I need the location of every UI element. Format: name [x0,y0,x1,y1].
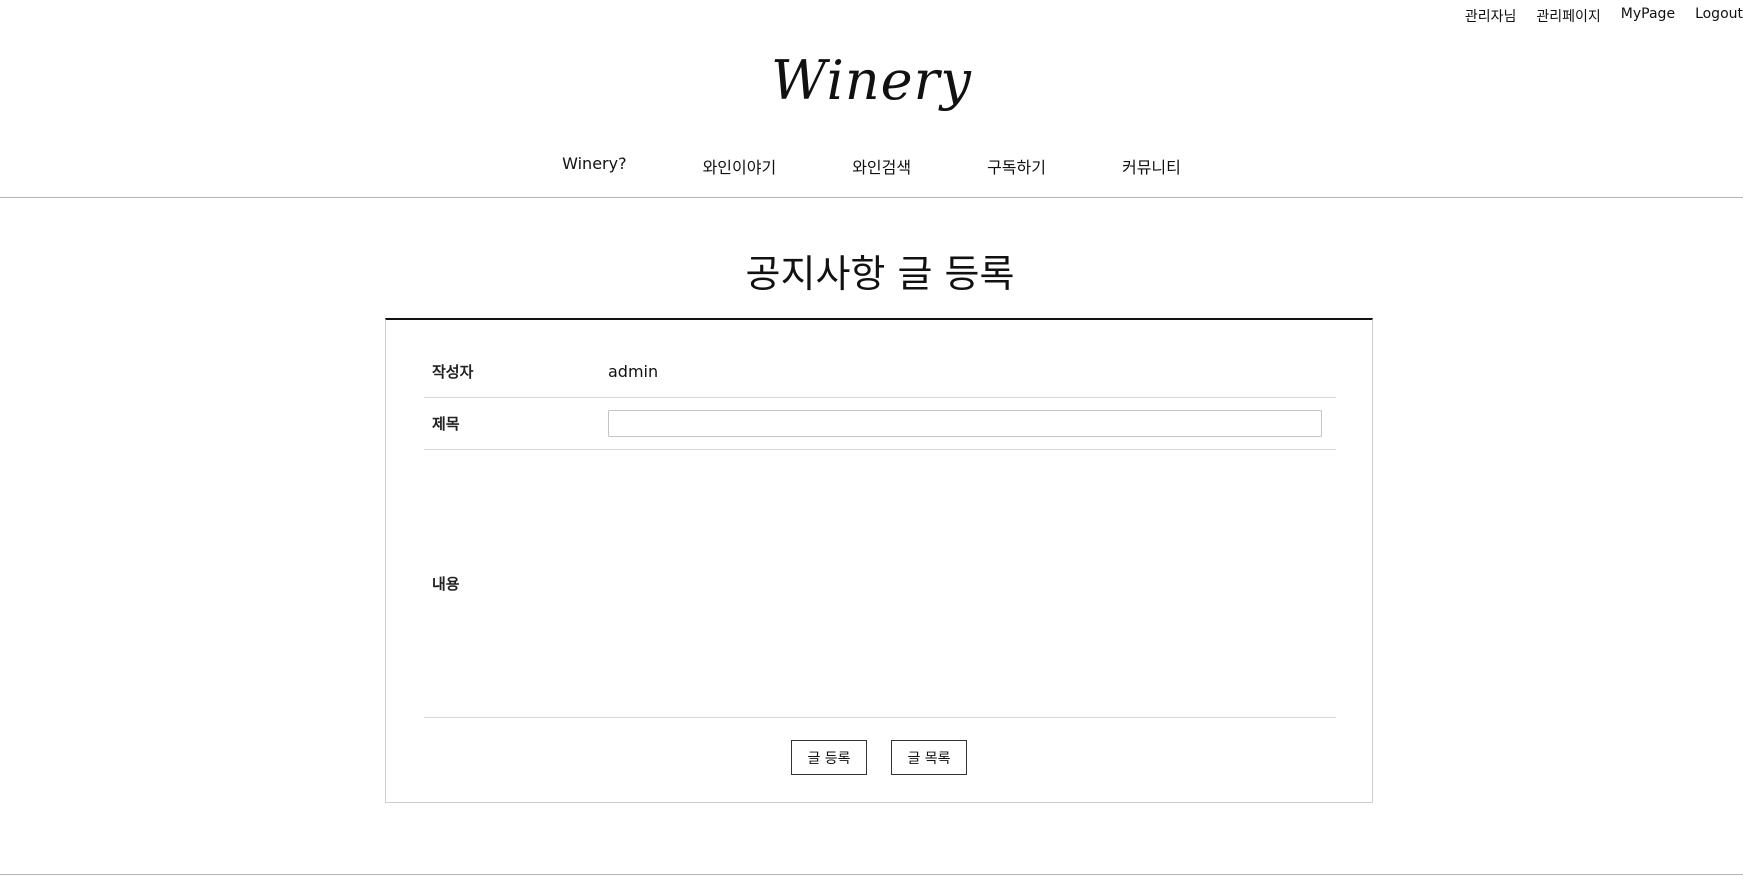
content-field-wrapper [608,449,1336,718]
site-logo[interactable]: Winery [0,46,1743,116]
post-list-button[interactable]: 글 목록 [891,740,967,775]
nav-item-subscribe[interactable]: 구독하기 [949,150,1084,182]
nav-item-wine-search[interactable]: 와인검색 [814,150,949,182]
nav-item-winery[interactable]: Winery? [524,150,664,182]
mypage-link[interactable]: MyPage [1621,6,1675,26]
nav-item-community[interactable]: 커뮤니티 [1084,150,1219,182]
top-utility-nav: 관리자님 관리페이지 MyPage Logout [1465,6,1743,26]
admin-page-link[interactable]: 관리페이지 [1536,6,1600,26]
admin-greeting-link[interactable]: 관리자님 [1465,6,1517,26]
footer-divider [0,874,1743,875]
content-label: 내용 [432,575,460,593]
writer-row: 작성자 admin [424,346,1336,398]
main-nav: Winery? 와인이야기 와인검색 구독하기 커뮤니티 [0,150,1743,182]
notice-write-form: 작성자 admin 제목 내용 글 등록 글 목록 [385,318,1373,803]
nav-item-wine-story[interactable]: 와인이야기 [665,150,815,182]
content-textarea[interactable] [608,449,1326,714]
title-field-wrapper [608,410,1336,437]
title-row: 제목 [424,398,1336,450]
form-buttons: 글 등록 글 목록 [386,740,1372,775]
submit-post-button[interactable]: 글 등록 [791,740,867,775]
logout-link[interactable]: Logout [1695,6,1743,26]
title-label: 제목 [432,415,460,433]
title-input[interactable] [608,410,1322,437]
form-table: 작성자 admin 제목 내용 [424,346,1336,718]
header-divider [0,197,1743,198]
page-title: 공지사항 글 등록 [745,252,1015,296]
content-row: 내용 [424,449,1336,718]
writer-label: 작성자 [432,363,474,381]
page: 관리자님 관리페이지 MyPage Logout Winery Winery? … [0,0,1743,877]
writer-value: admin [608,362,659,381]
